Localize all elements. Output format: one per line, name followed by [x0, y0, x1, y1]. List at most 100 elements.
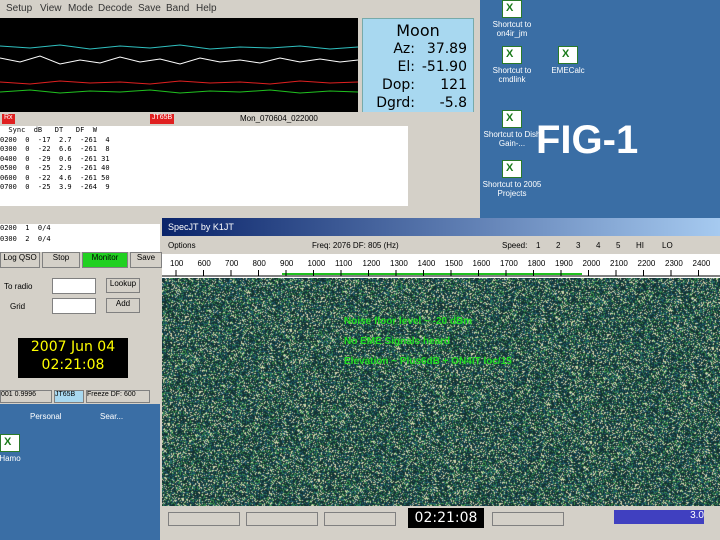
speed-radio[interactable]: 5: [616, 241, 620, 250]
rx-indicator: Rx: [2, 114, 15, 124]
status-field: [492, 512, 564, 526]
specjt-clock: 02:21:08: [408, 508, 484, 528]
average-row: 0300 2 0/4: [0, 235, 51, 243]
scale-tick-label: 1900: [555, 259, 573, 268]
specjt-title-bar: SpecJT by K1JT: [162, 218, 720, 236]
excel-icon: [502, 0, 522, 18]
log-qso-button[interactable]: Log QSO: [0, 252, 40, 268]
decode-row: 0600 0 -22 4.6 -261 50: [0, 173, 110, 182]
status-field: [324, 512, 396, 526]
scale-tick-label: 100: [170, 259, 184, 268]
menu-save[interactable]: Save: [138, 3, 161, 14]
grid-label: Grid: [10, 302, 26, 311]
decode-header: Sync dB DT DF W: [0, 126, 97, 134]
status-field: JT65B: [54, 390, 84, 403]
desktop-icon[interactable]: Shortcut to cmdlink: [482, 46, 542, 84]
to-radio-input[interactable]: [52, 278, 96, 294]
monitor-button[interactable]: Monitor: [82, 252, 128, 268]
frequency-scale: 100 600 700 800 900 1000 1100 1200 1300 1400 1500 1…: [162, 254, 720, 278]
menu-setup[interactable]: Setup: [6, 3, 32, 14]
desktop-icon-emecalc[interactable]: EMECalc: [538, 46, 598, 75]
menu-mode[interactable]: Mode: [68, 3, 93, 14]
status-strip: Rx JT65B Mon_070604_022000: [0, 112, 480, 126]
freq-readout: Freq: 2076 DF: 805 (Hz): [312, 241, 399, 250]
to-radio-label: To radio: [4, 282, 33, 291]
specjt-title: SpecJT by K1JT: [168, 222, 234, 232]
lookup-button[interactable]: Lookup: [106, 278, 140, 293]
utc-clock: 2007 Jun 04 02:21:08: [18, 338, 128, 378]
waterfall-canvas: [162, 278, 720, 506]
lo-radio[interactable]: LO: [662, 241, 673, 250]
average-list[interactable]: 0200 1 0/4 0300 2 0/4: [0, 224, 160, 252]
moon-title: Moon: [396, 21, 440, 40]
menu-help[interactable]: Help: [196, 3, 217, 14]
scale-tick-label: 900: [280, 259, 294, 268]
speed-radio[interactable]: 2: [556, 241, 560, 250]
moon-info-panel: Moon Az: 37.89 El: -51.90 Dop: 121 Dgrd: -5.…: [362, 18, 474, 114]
scale-tick-label: 2400: [693, 259, 711, 268]
excel-icon: [502, 110, 522, 128]
scope-traces: [0, 44, 359, 94]
stop-button[interactable]: Stop: [42, 252, 80, 268]
desktop-label: Personal: [30, 412, 62, 421]
scale-tick-label: 600: [198, 259, 212, 268]
level-indicator: 3.0: [614, 510, 704, 524]
excel-icon: [502, 46, 522, 64]
annotation: Elevation ~ Plus6dB + ON4IT loc/15: [344, 356, 512, 367]
scale-tick-label: 1200: [363, 259, 381, 268]
calculator-icon: [558, 46, 578, 64]
scale-tick-label: 1400: [418, 259, 436, 268]
scale-tick-label: 2000: [583, 259, 601, 268]
speed-radio[interactable]: 4: [596, 241, 600, 250]
scale-svg: 100 600 700 800 900 1000 1100 1200 1300 1400 1500 1…: [162, 259, 720, 277]
specjt-toolbar: Options Freq: 2076 DF: 805 (Hz) Speed: 1…: [162, 236, 720, 254]
clock-date: 2007 Jun 04: [30, 339, 116, 355]
scale-tick-label: 1000: [308, 259, 326, 268]
decode-row: 0200 0 -17 2.7 -261 4: [0, 135, 110, 144]
specjt-window: SpecJT by K1JT Options Freq: 2076 DF: 80…: [162, 218, 720, 540]
average-row: 0200 1 0/4: [0, 224, 51, 232]
menu-decode[interactable]: Decode: [98, 3, 132, 14]
waterfall-display[interactable]: Noise floor level ~ -20 dBm No EME Signa…: [162, 278, 720, 506]
scale-tick-label: 1300: [390, 259, 408, 268]
decode-row: 0700 0 -25 3.9 -264 9: [0, 183, 110, 191]
mode-indicator: JT65B: [150, 114, 175, 124]
menu-bar: Setup View Mode Decode Save Band Help: [0, 0, 480, 18]
scale-tick-label: 2300: [665, 259, 683, 268]
clock-time: 02:21:08: [41, 357, 105, 373]
add-button[interactable]: Add: [106, 298, 140, 313]
status-field: [246, 512, 318, 526]
scale-tick-label: 1600: [473, 259, 491, 268]
hi-radio[interactable]: HI: [636, 241, 644, 250]
scale-tick-label: 1500: [445, 259, 463, 268]
scale-tick-label: 800: [253, 259, 267, 268]
wsjt-status-bar: 001 0.9996 JT65B Freeze DF: 600: [0, 390, 160, 403]
grid-input[interactable]: [52, 298, 96, 314]
signal-scope: [0, 18, 359, 112]
scale-tick-label: 1100: [335, 259, 353, 268]
menu-view[interactable]: View: [40, 3, 62, 14]
speed-radio[interactable]: 3: [576, 241, 580, 250]
figure-label: FIG-1: [536, 118, 639, 162]
decode-text-area[interactable]: Sync dB DT DF W 0200 0 -17 2.7 -261 4 03…: [0, 126, 408, 206]
decode-row: 0500 0 -25 2.9 -261 40: [0, 164, 110, 172]
specjt-status-bar: 02:21:08 3.0: [162, 506, 720, 540]
desktop-icon-hamo[interactable]: Hamo: [0, 434, 40, 463]
scale-tick-label: 2200: [638, 259, 656, 268]
speed-radio[interactable]: 1: [536, 241, 540, 250]
desktop-icon[interactable]: Shortcut to on4ir_jm: [482, 0, 542, 38]
speed-label: Speed:: [502, 241, 528, 250]
save-button[interactable]: Save: [130, 252, 162, 268]
decode-row: 0400 0 -29 0.6 -261 31: [0, 154, 110, 163]
scale-tick-label: 1700: [500, 259, 518, 268]
annotation: Noise floor level ~ -20 dBm: [344, 316, 473, 327]
excel-icon: [502, 160, 522, 178]
file-icon: [0, 434, 20, 452]
decode-row: 0300 0 -22 6.6 -261 8: [0, 145, 110, 153]
scale-tick-label: 2100: [610, 259, 628, 268]
scale-tick-label: 700: [225, 259, 239, 268]
desktop-icon[interactable]: Shortcut to 2005 Projects: [482, 160, 542, 198]
desktop-icon[interactable]: Shortcut to Dish Gain-...: [482, 110, 542, 148]
options-menu[interactable]: Options: [168, 241, 196, 250]
menu-band[interactable]: Band: [166, 3, 189, 14]
